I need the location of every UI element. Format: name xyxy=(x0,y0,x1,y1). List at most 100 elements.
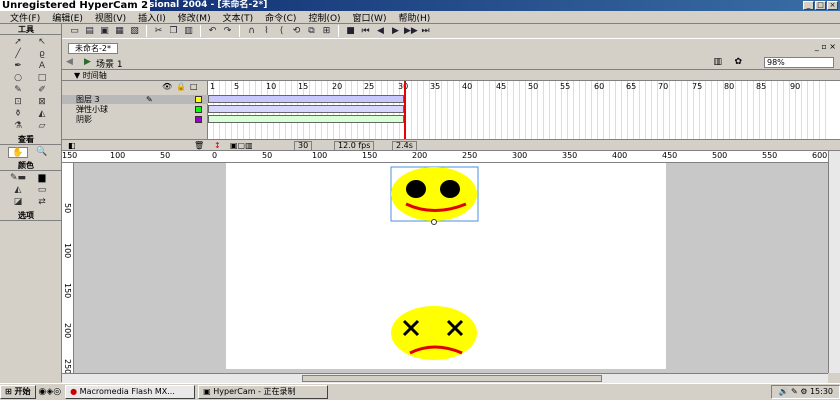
tween-span-shadow[interactable] xyxy=(208,115,404,123)
menu-help[interactable]: 帮助(H) xyxy=(392,11,436,24)
stage[interactable] xyxy=(226,163,666,369)
fill-swatch-icon[interactable]: ▭ xyxy=(32,185,52,196)
play-icon[interactable]: ▶ xyxy=(389,25,402,38)
smooth-icon[interactable]: ⌇ xyxy=(260,25,273,38)
document-close-icon[interactable]: _ ▫ × xyxy=(815,42,836,51)
lock-icon[interactable]: 🔒 xyxy=(176,82,186,91)
horizontal-scroll-thumb[interactable] xyxy=(302,375,602,382)
menu-edit[interactable]: 编辑(E) xyxy=(46,11,89,24)
print-preview-icon[interactable]: ▧ xyxy=(128,25,141,38)
eraser-tool-icon[interactable]: ▱ xyxy=(32,121,52,132)
outline-icon[interactable]: □ xyxy=(190,82,198,91)
cut-icon[interactable]: ✂ xyxy=(152,25,165,38)
pen-tool-icon[interactable]: ✒ xyxy=(8,61,28,72)
eye-icon[interactable]: 👁 xyxy=(162,82,172,91)
frame-rate-box[interactable]: 12.0 fps xyxy=(334,141,375,151)
pencil-tool-icon[interactable]: ✎ xyxy=(8,85,28,96)
scene-name[interactable]: 场景 1 xyxy=(96,57,123,70)
task-hypercam[interactable]: ▣ HyperCam - 正在录制 xyxy=(198,385,329,399)
open-folder-icon[interactable]: ▤ xyxy=(83,25,96,38)
arrow-tool-icon[interactable]: ➚ xyxy=(8,37,28,48)
ruler-label: 300 xyxy=(512,151,528,160)
paint-bucket-tool-icon[interactable]: ◭ xyxy=(32,109,52,120)
menu-insert[interactable]: 插入(I) xyxy=(132,11,172,24)
tween-span-layer-3[interactable] xyxy=(208,95,404,103)
horizontal-scrollbar[interactable] xyxy=(62,373,828,383)
step-forward-icon[interactable]: ▶▶ xyxy=(404,25,418,38)
minimize-button[interactable]: _ xyxy=(803,1,814,10)
rotate-icon[interactable]: ⟲ xyxy=(290,25,303,38)
tween-span-ball[interactable] xyxy=(208,105,404,113)
playhead[interactable] xyxy=(404,81,406,139)
subselect-tool-icon[interactable]: ↖ xyxy=(32,37,52,48)
frame-number: 75 xyxy=(692,82,703,91)
default-colors-icon[interactable]: ◪ xyxy=(8,197,28,208)
ruler-label: 150 xyxy=(362,151,378,160)
go-to-end-icon[interactable]: ⏭ xyxy=(419,25,432,38)
ink-bottle-tool-icon[interactable]: ⚱ xyxy=(8,109,28,120)
document-tab[interactable]: 未命名-2* xyxy=(68,43,118,54)
maximize-button[interactable]: □ xyxy=(815,1,826,10)
edit-scene-icon[interactable]: ▥ xyxy=(713,57,722,67)
timeline-header[interactable]: ▼ 时间轴 xyxy=(62,70,840,81)
layer-row-shadow[interactable]: 阴影 xyxy=(62,115,208,124)
fill-transform-tool-icon[interactable]: ⊠ xyxy=(32,97,52,108)
align-icon[interactable]: ⊞ xyxy=(320,25,333,38)
print-icon[interactable]: ▦ xyxy=(113,25,126,38)
step-back-icon[interactable]: ◀ xyxy=(374,25,387,38)
layer-row-3[interactable]: 图层 3 ✎ xyxy=(62,95,208,104)
snap-magnet-icon[interactable]: ∩ xyxy=(245,25,258,38)
fill-bucket-icon[interactable]: ◭ xyxy=(8,185,28,196)
save-icon[interactable]: ▣ xyxy=(98,25,111,38)
oval-tool-icon[interactable]: ○ xyxy=(8,73,28,84)
new-file-icon[interactable]: ▭ xyxy=(68,25,81,38)
menu-modify[interactable]: 修改(M) xyxy=(172,11,217,24)
hand-tool-icon[interactable]: ✋ xyxy=(8,147,28,158)
layer-row-ball[interactable]: 弹性小球 xyxy=(62,105,208,114)
swap-colors-icon[interactable]: ⇄ xyxy=(32,197,52,208)
vertical-scrollbar[interactable] xyxy=(828,151,840,373)
line-tool-icon[interactable]: ╱ xyxy=(8,49,28,60)
zoom-tool-icon[interactable]: 🔍 xyxy=(32,147,52,158)
menu-view[interactable]: 视图(V) xyxy=(89,11,132,24)
redo-icon[interactable]: ↷ xyxy=(221,25,234,38)
free-transform-tool-icon[interactable]: ⊡ xyxy=(8,97,28,108)
menu-file[interactable]: 文件(F) xyxy=(4,11,46,24)
rectangle-tool-icon[interactable]: □ xyxy=(32,73,52,84)
frame-number: 5 xyxy=(234,82,240,91)
scale-icon[interactable]: ⧉ xyxy=(305,25,318,38)
layer-name: 图层 3 xyxy=(76,95,100,104)
brush-tool-icon[interactable]: ✐ xyxy=(32,85,52,96)
paste-icon[interactable]: ▥ xyxy=(182,25,195,38)
menu-commands[interactable]: 命令(C) xyxy=(259,11,302,24)
task-flash[interactable]: ● Macromedia Flash MX... xyxy=(65,385,196,399)
ruler-label: 50 xyxy=(262,151,273,160)
quick-launch-icon[interactable]: ◉◈◎ xyxy=(39,387,62,397)
menu-window[interactable]: 窗口(W) xyxy=(347,11,393,24)
tray-icons[interactable]: 🔊 ✎ ⚙ xyxy=(778,387,807,396)
undo-icon[interactable]: ↶ xyxy=(206,25,219,38)
zoom-select[interactable]: 98% xyxy=(764,57,834,68)
stroke-color-icon[interactable]: ✎▬ xyxy=(8,173,28,184)
frame-number: 35 xyxy=(430,82,441,91)
straighten-icon[interactable]: ⟨ xyxy=(275,25,288,38)
stop-icon[interactable]: ■ xyxy=(344,25,357,38)
lasso-tool-icon[interactable]: ϱ xyxy=(32,49,52,60)
start-button[interactable]: ⊞ 开始 xyxy=(0,385,36,399)
rewind-icon[interactable]: ⏮ xyxy=(359,25,372,38)
menu-control[interactable]: 控制(O) xyxy=(302,11,346,24)
layer-color-swatch xyxy=(195,116,202,123)
eyedropper-tool-icon[interactable]: ⚗ xyxy=(8,121,28,132)
close-button[interactable]: × xyxy=(827,1,838,10)
edit-symbol-icon[interactable]: ✿ xyxy=(734,57,742,67)
back-arrow-icon[interactable]: ◀ xyxy=(66,57,73,67)
text-tool-icon[interactable]: A xyxy=(32,61,52,72)
copy-icon[interactable]: ❐ xyxy=(167,25,180,38)
frame-grid[interactable]: 1 5 10 15 20 25 30 35 40 45 50 55 60 65 … xyxy=(208,81,828,139)
toolbar-separator xyxy=(146,25,147,37)
fill-color-icon[interactable]: ▆ xyxy=(32,173,52,184)
layer-name: 阴影 xyxy=(76,115,92,124)
frame-number: 80 xyxy=(724,82,735,91)
happy-face[interactable] xyxy=(391,167,477,221)
menu-text[interactable]: 文本(T) xyxy=(217,11,260,24)
